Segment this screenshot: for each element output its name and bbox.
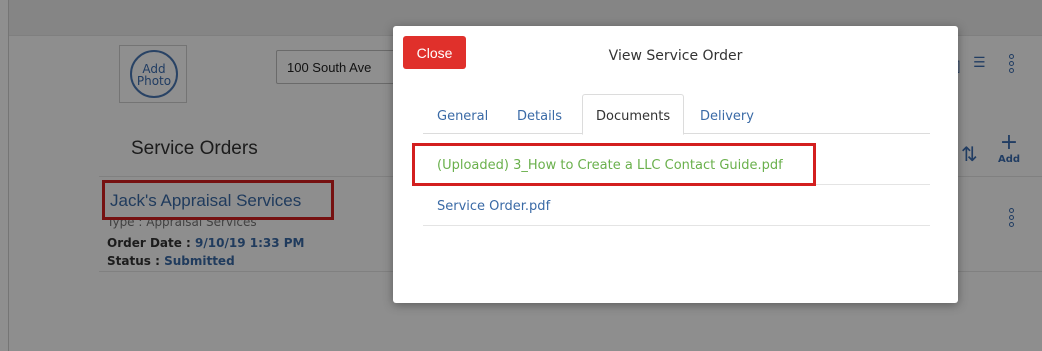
- tab-delivery[interactable]: Delivery: [700, 94, 754, 134]
- tab-bar: General Details Documents Delivery: [423, 94, 930, 135]
- view-service-order-modal: Close View Service Order General Details…: [393, 26, 958, 303]
- tab-general[interactable]: General: [437, 94, 488, 134]
- modal-title: View Service Order: [608, 48, 743, 64]
- uploaded-document-highlight: [412, 143, 816, 186]
- document-link-service-order[interactable]: Service Order.pdf: [423, 186, 930, 226]
- tab-details[interactable]: Details: [517, 94, 562, 134]
- tab-documents[interactable]: Documents: [582, 94, 685, 135]
